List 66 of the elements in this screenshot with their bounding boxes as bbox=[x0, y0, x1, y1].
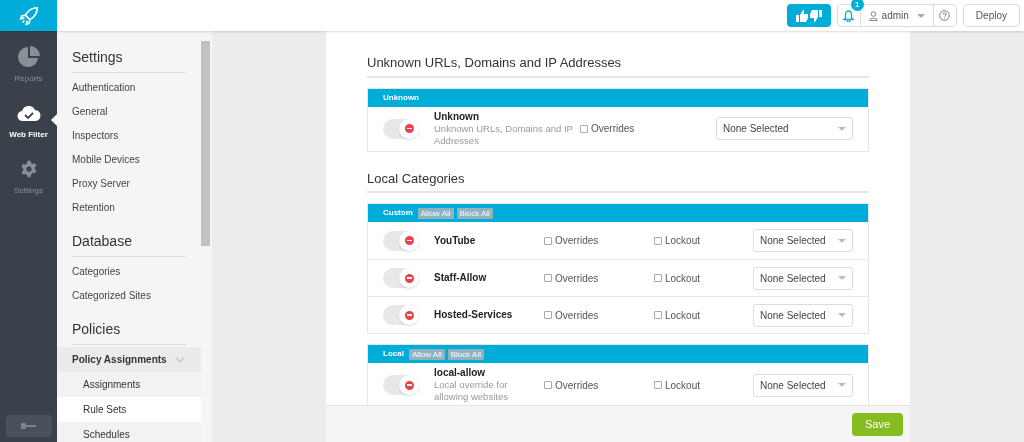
select-dropdown[interactable]: None Selected bbox=[753, 373, 853, 397]
toggle-switch[interactable] bbox=[383, 118, 419, 139]
logo[interactable] bbox=[0, 0, 57, 31]
category-name: YouTube bbox=[434, 234, 477, 247]
group-title: Custom bbox=[383, 207, 413, 219]
toggle-switch[interactable] bbox=[383, 268, 419, 288]
caret-icon bbox=[838, 313, 846, 317]
sidebar-item[interactable]: Categorized Sites bbox=[72, 283, 202, 307]
bell-icon bbox=[843, 9, 855, 22]
sidebar-item[interactable]: Rule Sets bbox=[57, 397, 201, 422]
checkbox[interactable]: Lockout bbox=[654, 377, 701, 393]
checkbox[interactable]: Overrides bbox=[580, 121, 690, 136]
category-name: Unknown bbox=[434, 110, 480, 123]
section-title: Policies bbox=[72, 319, 186, 345]
deploy-button[interactable]: Deploy bbox=[962, 4, 1020, 27]
scrollbar[interactable] bbox=[201, 41, 210, 246]
rocket-icon bbox=[17, 4, 40, 27]
feedback-button[interactable] bbox=[786, 4, 831, 27]
checkbox[interactable]: Lockout bbox=[654, 307, 701, 323]
checkbox[interactable]: Overrides bbox=[544, 307, 654, 323]
user-icon bbox=[868, 10, 878, 21]
checkbox[interactable]: Overrides bbox=[544, 377, 654, 393]
section-heading: Local Categories bbox=[367, 168, 869, 193]
sidebar-item[interactable]: Retention bbox=[72, 195, 202, 219]
select-dropdown[interactable]: None Selected bbox=[753, 266, 853, 290]
key-icon bbox=[20, 422, 37, 430]
section-title: Settings bbox=[72, 47, 186, 73]
category-name: Staff-Allow bbox=[434, 272, 488, 284]
group-title: Local bbox=[383, 348, 404, 360]
caret-icon bbox=[838, 383, 846, 387]
toggle-switch[interactable] bbox=[383, 305, 419, 325]
select-dropdown[interactable]: None Selected bbox=[753, 229, 853, 252]
notification-badge: 1 bbox=[850, 0, 864, 11]
key-button[interactable] bbox=[5, 415, 52, 437]
gear-icon bbox=[19, 160, 38, 178]
section-title: Database bbox=[72, 231, 186, 257]
checkbox[interactable]: Lockout bbox=[654, 270, 701, 286]
help-icon bbox=[939, 10, 951, 21]
select-dropdown[interactable]: None Selected bbox=[753, 303, 853, 327]
caret-icon bbox=[838, 276, 846, 280]
user-menu[interactable]: admin bbox=[860, 5, 934, 26]
category-name: Hosted-Services bbox=[434, 309, 514, 321]
sidebar-item[interactable]: Categories bbox=[72, 259, 202, 283]
caret-icon bbox=[916, 13, 925, 18]
checkbox[interactable]: Overrides bbox=[544, 233, 654, 248]
sidebar-item[interactable]: Proxy Server bbox=[72, 171, 202, 195]
sidebar-item[interactable]: Authentication bbox=[72, 75, 202, 99]
cloud-check-icon bbox=[16, 104, 41, 122]
sidebar-item[interactable]: Policy Assignments bbox=[57, 347, 201, 372]
category-description: Unknown URLs, Domains and IP Addresses bbox=[434, 122, 574, 147]
pie-chart-icon bbox=[16, 45, 41, 69]
select-dropdown[interactable]: None Selected bbox=[716, 117, 853, 140]
caret-icon bbox=[838, 238, 846, 243]
section-heading: Unknown URLs, Domains and IP Addresses bbox=[367, 53, 869, 78]
checkbox[interactable]: Overrides bbox=[544, 270, 654, 286]
thumbs-up-down-icon bbox=[795, 9, 822, 22]
caret-icon bbox=[838, 126, 846, 131]
sidebar-item[interactable]: General bbox=[72, 99, 202, 123]
sidebar-item[interactable]: Inspectors bbox=[72, 123, 202, 147]
category-description: Local override for allowing websites bbox=[434, 379, 509, 403]
group-title: Unknown bbox=[383, 91, 419, 104]
category-name: local-allow bbox=[434, 367, 487, 379]
sidebar-item[interactable]: Mobile Devices bbox=[72, 147, 202, 171]
checkbox[interactable]: Lockout bbox=[654, 233, 701, 248]
toggle-switch[interactable] bbox=[383, 230, 419, 251]
toggle-switch[interactable] bbox=[383, 375, 419, 395]
